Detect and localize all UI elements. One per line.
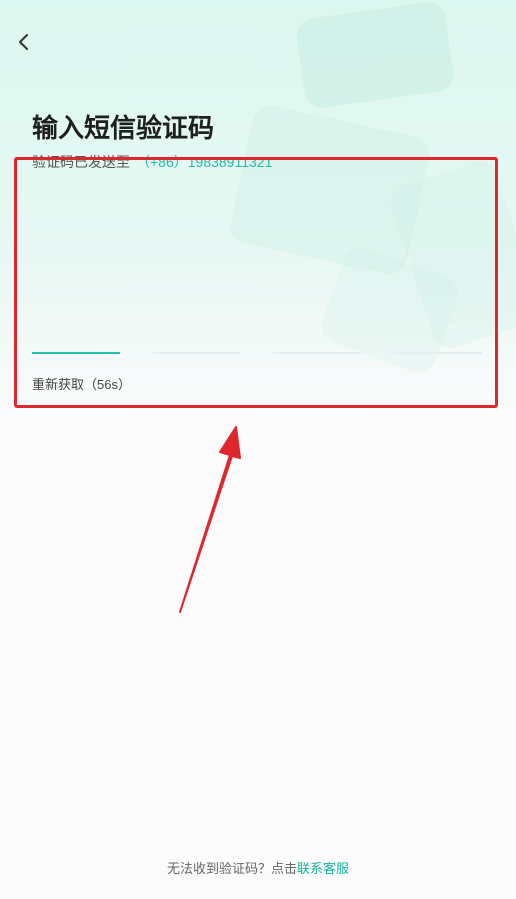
phone-number: （+86）19838911321	[136, 154, 273, 170]
code-digit-slot[interactable]	[152, 352, 241, 354]
resend-code-button[interactable]: 重新获取（56s）	[32, 374, 131, 393]
back-button[interactable]	[10, 30, 38, 58]
chevron-left-icon	[15, 33, 33, 56]
code-digit-slot[interactable]	[32, 352, 120, 354]
header-background	[0, 0, 516, 420]
help-question: 无法收到验证码？点击	[166, 861, 297, 876]
code-sent-notice: 验证码已发送至 （+86）19838911321	[32, 152, 272, 172]
code-digit-slot[interactable]	[393, 352, 482, 354]
help-footer: 无法收到验证码？点击联系客服	[0, 858, 516, 877]
contact-support-link[interactable]: 联系客服	[297, 861, 349, 876]
code-sent-label: 验证码已发送至	[32, 154, 130, 170]
verification-code-input[interactable]	[32, 352, 482, 356]
code-digit-slot[interactable]	[273, 352, 362, 354]
background-decoration	[294, 0, 456, 111]
page-title: 输入短信验证码	[32, 113, 215, 143]
